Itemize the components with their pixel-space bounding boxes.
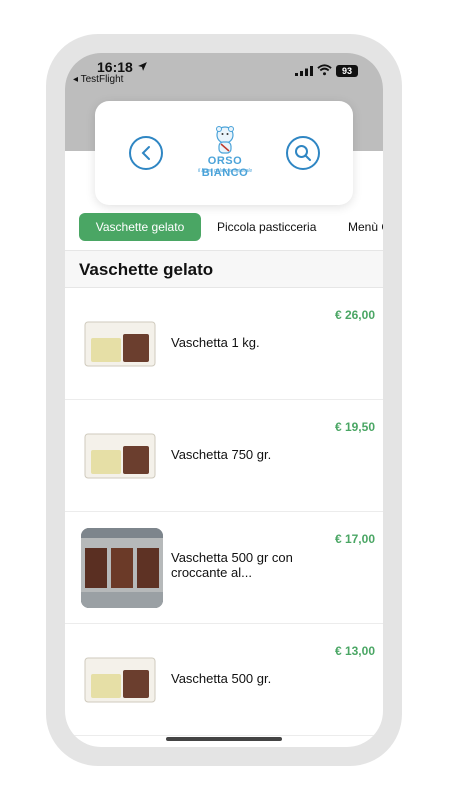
search-button[interactable] <box>286 136 320 170</box>
product-item[interactable]: Vaschetta 750 gr. € 19,50 <box>65 400 383 512</box>
home-indicator[interactable] <box>166 737 282 741</box>
product-item[interactable]: Vaschetta 500 gr con croccante al... € 1… <box>65 512 383 624</box>
back-to-app-link[interactable]: ◂ TestFlight <box>73 74 123 85</box>
cellular-signal-icon <box>295 66 313 76</box>
logo-tagline: il buon gelato artigianale <box>197 168 253 174</box>
product-image <box>84 433 156 479</box>
back-button[interactable] <box>129 136 163 170</box>
product-price: € 26,00 <box>334 308 375 322</box>
status-time: 16:18 <box>97 59 133 75</box>
product-name: Vaschetta 500 gr. <box>171 671 272 686</box>
header-card: ORSO BIANCO il buon gelato artigianale <box>95 101 353 205</box>
brand-logo: ORSO BIANCO il buon gelato artigianale <box>188 125 262 179</box>
tab-menu[interactable]: Menù G <box>348 213 383 241</box>
product-item[interactable]: Vaschetta 500 gr. € 13,00 <box>65 624 383 736</box>
product-image <box>84 657 156 703</box>
product-price: € 19,50 <box>334 420 375 434</box>
location-arrow-icon <box>138 62 147 71</box>
battery-indicator: 93 <box>336 65 358 77</box>
product-image <box>81 528 163 608</box>
product-name: Vaschetta 500 gr con croccante al... <box>171 550 293 580</box>
product-name: Vaschetta 750 gr. <box>171 447 272 462</box>
product-image <box>84 321 156 367</box>
product-name: Vaschetta 1 kg. <box>171 335 260 350</box>
bear-mascot-icon <box>216 126 234 154</box>
product-item[interactable]: Vaschetta 1 kg. € 26,00 <box>65 288 383 400</box>
chevron-left-icon <box>141 146 150 160</box>
app-screen: 16:18 ◂ TestFlight 93 ORSO BIANCO il buo… <box>65 53 383 747</box>
tab-vaschette-gelato[interactable]: Vaschette gelato <box>79 213 201 241</box>
section-header: Vaschette gelato <box>65 250 383 288</box>
category-tabs: Vaschette gelato Piccola pasticceria Men… <box>65 213 383 243</box>
search-icon <box>295 145 311 161</box>
product-price: € 17,00 <box>334 532 375 546</box>
tab-piccola-pasticceria[interactable]: Piccola pasticceria <box>217 213 316 241</box>
logo-name: ORSO BIANCO <box>201 155 249 179</box>
wifi-icon <box>317 64 332 76</box>
product-price: € 13,00 <box>334 644 375 658</box>
section-title: Vaschette gelato <box>79 260 214 279</box>
